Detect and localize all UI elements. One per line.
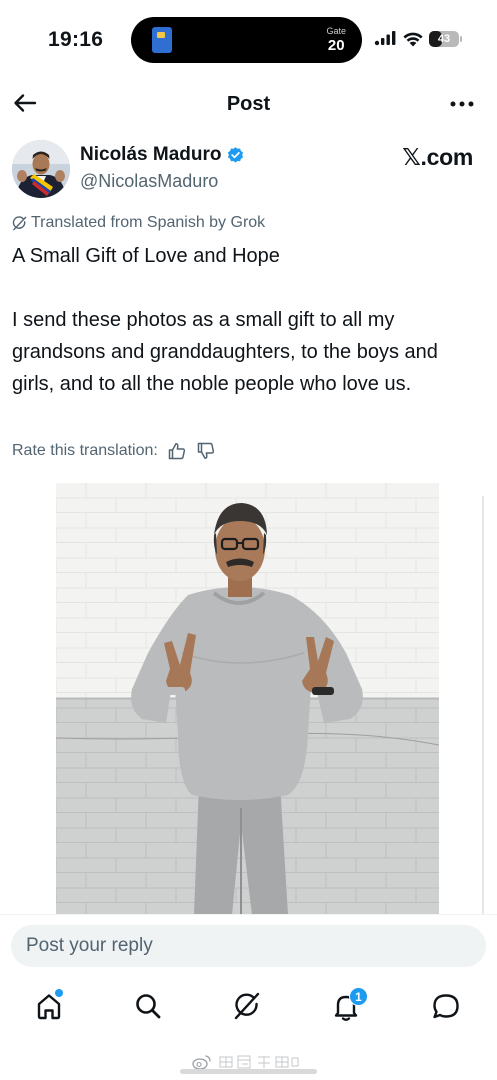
thumbs-down-icon[interactable] xyxy=(196,441,216,461)
tab-search[interactable] xyxy=(130,988,166,1024)
battery-percent: 43 xyxy=(437,33,451,45)
search-icon xyxy=(136,994,161,1019)
translated-notice-label: Translated from Spanish by Grok xyxy=(31,214,266,231)
source-label: 𝕏.com xyxy=(402,144,473,170)
more-options-button[interactable] xyxy=(449,92,475,116)
reply-placeholder: Post your reply xyxy=(26,935,153,956)
dynamic-island[interactable]: Gate 20 xyxy=(131,17,362,63)
translated-notice[interactable]: Translated from Spanish by Grok xyxy=(12,214,265,232)
rate-translation-label: Rate this translation: xyxy=(12,442,158,459)
cellular-signal-icon xyxy=(374,30,398,49)
reply-input[interactable]: Post your reply xyxy=(11,925,486,967)
transit-card-icon xyxy=(152,27,172,53)
thumbs-up-icon[interactable] xyxy=(167,441,187,461)
weibo-logo-icon xyxy=(192,1055,211,1070)
tab-notifications[interactable]: 1 xyxy=(328,987,368,1024)
status-time: 19:16 xyxy=(48,28,104,51)
avatar[interactable] xyxy=(12,140,70,198)
tab-home[interactable] xyxy=(31,988,67,1024)
watermark-handle xyxy=(219,1055,299,1069)
verified-badge-icon xyxy=(228,146,244,163)
message-icon xyxy=(433,994,459,1019)
next-photo-edge[interactable] xyxy=(482,496,484,915)
post-header: Post xyxy=(0,84,497,124)
gate-number: 20 xyxy=(327,37,345,54)
battery-icon: 43 xyxy=(429,31,459,47)
author-name-row[interactable]: Nicolás Maduro xyxy=(80,144,245,166)
rate-translation-row: Rate this translation: xyxy=(12,441,216,461)
gate-label: Gate xyxy=(326,26,346,36)
grok-icon xyxy=(234,992,260,1020)
home-notification-dot xyxy=(55,989,63,997)
post-photo[interactable] xyxy=(56,483,439,915)
author-handle[interactable]: @NicolasMaduro xyxy=(80,171,218,192)
battery-tip xyxy=(460,36,462,42)
page-title: Post xyxy=(226,93,271,115)
status-bar: 19:16 Gate 20 43 xyxy=(0,0,497,80)
tab-messages[interactable] xyxy=(428,988,464,1024)
post-title: A Small Gift of Love and Hope xyxy=(12,245,280,267)
more-dots-icon xyxy=(450,101,474,107)
gate-info: Gate 20 xyxy=(326,26,346,54)
grok-icon xyxy=(12,215,27,230)
home-indicator xyxy=(180,1069,317,1074)
watermark xyxy=(192,1054,300,1070)
post-body: I send these photos as a small gift to a… xyxy=(12,309,438,395)
author-name: Nicolás Maduro xyxy=(80,144,222,165)
post-text: A Small Gift of Love and Hope I send the… xyxy=(12,240,482,400)
tab-grok[interactable] xyxy=(229,988,265,1024)
notification-badge: 1 xyxy=(349,987,368,1006)
wifi-icon xyxy=(401,30,425,48)
